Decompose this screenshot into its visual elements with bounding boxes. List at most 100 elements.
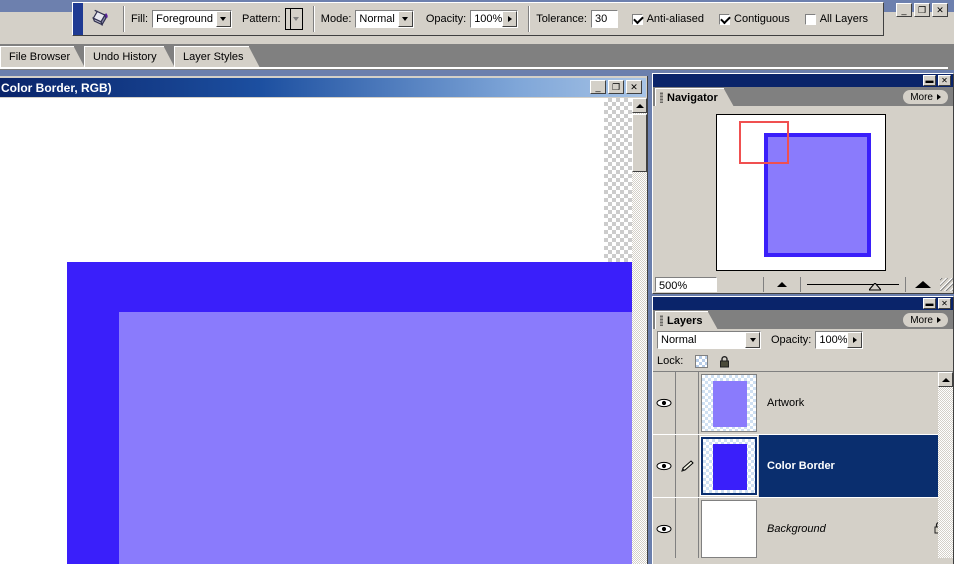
layer-opacity-stepper[interactable]: 100% xyxy=(815,331,864,349)
tab-file-browser[interactable]: File Browser xyxy=(0,46,85,68)
layer-edit-indicator[interactable] xyxy=(676,498,699,558)
layer-name[interactable]: Artwork xyxy=(759,372,953,434)
navigator-more-label: More xyxy=(910,91,933,103)
anti-aliased-label: Anti-aliased xyxy=(646,13,705,25)
pattern-swatch-picker[interactable] xyxy=(284,8,303,30)
zoom-level-input[interactable]: 500% xyxy=(655,277,717,292)
navigator-view-rectangle[interactable] xyxy=(739,121,789,164)
anti-aliased-checkbox-row[interactable]: Anti-aliased xyxy=(631,13,708,25)
paint-bucket-icon[interactable] xyxy=(83,3,117,35)
zoom-slider-thumb[interactable] xyxy=(869,283,881,291)
tab-slant xyxy=(708,312,719,330)
tab-layers[interactable]: Layers xyxy=(655,311,719,330)
layers-blend-row: Normal Opacity: 100% xyxy=(653,329,953,351)
all-layers-checkbox-row[interactable]: All Layers xyxy=(804,13,872,25)
layer-visibility-toggle[interactable] xyxy=(653,435,676,497)
resize-grip[interactable] xyxy=(940,278,953,291)
layer-thumbnail-content xyxy=(713,444,747,490)
layers-tab-row: Layers More xyxy=(653,310,953,330)
layer-visibility-toggle[interactable] xyxy=(653,372,676,434)
close-icon[interactable]: ✕ xyxy=(938,298,951,309)
brush-icon xyxy=(681,460,694,472)
layer-thumbnail[interactable] xyxy=(700,436,758,496)
layer-opacity-label: Opacity: xyxy=(771,334,812,346)
minimize-icon[interactable]: ▬ xyxy=(923,75,936,86)
restore-icon[interactable]: ❐ xyxy=(914,3,930,17)
layer-blend-mode-dropdown[interactable]: Normal xyxy=(657,331,761,349)
layer-thumbnail-cell[interactable] xyxy=(699,372,759,434)
chevron-right-icon xyxy=(937,94,941,100)
layer-edit-indicator[interactable] xyxy=(676,372,699,434)
zoom-out-button[interactable] xyxy=(763,277,800,292)
zoom-slider[interactable] xyxy=(800,277,905,292)
mode-label: Mode: xyxy=(320,13,352,25)
minimize-icon[interactable]: _ xyxy=(896,3,912,17)
layer-visibility-toggle[interactable] xyxy=(653,498,676,558)
layers-panel: ▬ ✕ Layers More Normal Opacity: 100% Loc… xyxy=(652,296,954,564)
tab-file-browser-label: File Browser xyxy=(9,51,71,63)
navigator-more-button[interactable]: More xyxy=(902,89,949,105)
close-icon[interactable]: ✕ xyxy=(932,3,948,17)
layer-thumbnail-cell[interactable] xyxy=(699,498,759,558)
minimize-icon[interactable]: _ xyxy=(590,80,606,94)
tab-layer-styles-label: Layer Styles xyxy=(183,51,244,63)
navigator-footer: 500% xyxy=(653,276,953,293)
contiguous-checkbox[interactable] xyxy=(719,13,731,25)
layer-blend-mode-value: Normal xyxy=(661,334,697,346)
fill-value: Foreground xyxy=(156,13,213,25)
scroll-up-icon[interactable] xyxy=(938,372,953,387)
chevron-down-icon[interactable] xyxy=(215,11,231,27)
table-row[interactable]: Background xyxy=(653,498,953,558)
navigator-thumbnail[interactable] xyxy=(716,114,886,271)
contiguous-checkbox-row[interactable]: Contiguous xyxy=(719,13,794,25)
tab-undo-history[interactable]: Undo History xyxy=(84,46,175,68)
table-row[interactable]: Artwork xyxy=(653,372,953,435)
artwork-fill xyxy=(119,312,632,564)
navigator-caption-bar[interactable]: ▬ ✕ xyxy=(653,74,953,87)
layer-name[interactable]: Color Border xyxy=(759,435,953,497)
tool-options-bar: Fill: Foreground Pattern: Mode: Normal O… xyxy=(72,2,884,36)
table-row[interactable]: Color Border xyxy=(653,435,953,498)
fill-dropdown[interactable]: Foreground xyxy=(152,10,232,28)
transparency-checker-icon[interactable] xyxy=(695,354,709,368)
layers-list[interactable]: Artwork Color Border Background xyxy=(653,372,953,558)
opacity-stepper[interactable]: 100% xyxy=(470,10,519,28)
navigator-tab-row: Navigator More xyxy=(653,87,953,107)
maximize-icon[interactable]: ❐ xyxy=(608,80,624,94)
opacity-flyout-icon[interactable] xyxy=(502,11,518,27)
blend-mode-dropdown[interactable]: Normal xyxy=(355,10,414,28)
toolbar-drag-grip[interactable] xyxy=(73,3,83,35)
layer-thumbnail-cell[interactable] xyxy=(699,435,759,497)
tolerance-input[interactable]: 30 xyxy=(590,10,618,28)
all-layers-label: All Layers xyxy=(819,13,868,25)
document-title-bar[interactable]: Color Border, RGB) _ ❐ ✕ xyxy=(0,78,646,97)
tab-navigator[interactable]: Navigator xyxy=(655,88,734,107)
anti-aliased-checkbox[interactable] xyxy=(631,13,643,25)
tab-layer-styles[interactable]: Layer Styles xyxy=(174,46,260,68)
application-window-controls: _ ❐ ✕ xyxy=(896,3,948,17)
zoom-in-button[interactable] xyxy=(905,277,940,292)
document-vertical-scrollbar[interactable] xyxy=(632,98,647,564)
close-icon[interactable]: ✕ xyxy=(938,75,951,86)
all-layers-checkbox[interactable] xyxy=(804,13,816,25)
opacity-label: Opacity: xyxy=(425,13,467,25)
layer-thumbnail[interactable] xyxy=(701,374,757,432)
layer-edit-indicator[interactable] xyxy=(676,435,699,497)
layers-vertical-scrollbar[interactable] xyxy=(938,372,953,558)
lock-all-icon[interactable] xyxy=(718,355,731,368)
navigator-preview-area[interactable] xyxy=(653,106,953,276)
layer-name[interactable]: Background xyxy=(759,498,953,558)
layer-thumbnail[interactable] xyxy=(701,500,757,558)
close-icon[interactable]: ✕ xyxy=(626,80,642,94)
document-canvas[interactable] xyxy=(0,98,632,564)
chevron-down-icon[interactable] xyxy=(397,11,413,27)
mode-value: Normal xyxy=(359,13,395,25)
layers-caption-bar[interactable]: ▬ ✕ xyxy=(653,297,953,310)
minimize-icon[interactable]: ▬ xyxy=(923,298,936,309)
layers-more-button[interactable]: More xyxy=(902,312,949,328)
chevron-down-icon[interactable] xyxy=(745,332,760,348)
scrollbar-thumb[interactable] xyxy=(632,114,647,172)
scroll-up-icon[interactable] xyxy=(632,98,647,113)
opacity-flyout-icon[interactable] xyxy=(847,332,863,348)
chevron-down-icon[interactable] xyxy=(289,9,302,29)
